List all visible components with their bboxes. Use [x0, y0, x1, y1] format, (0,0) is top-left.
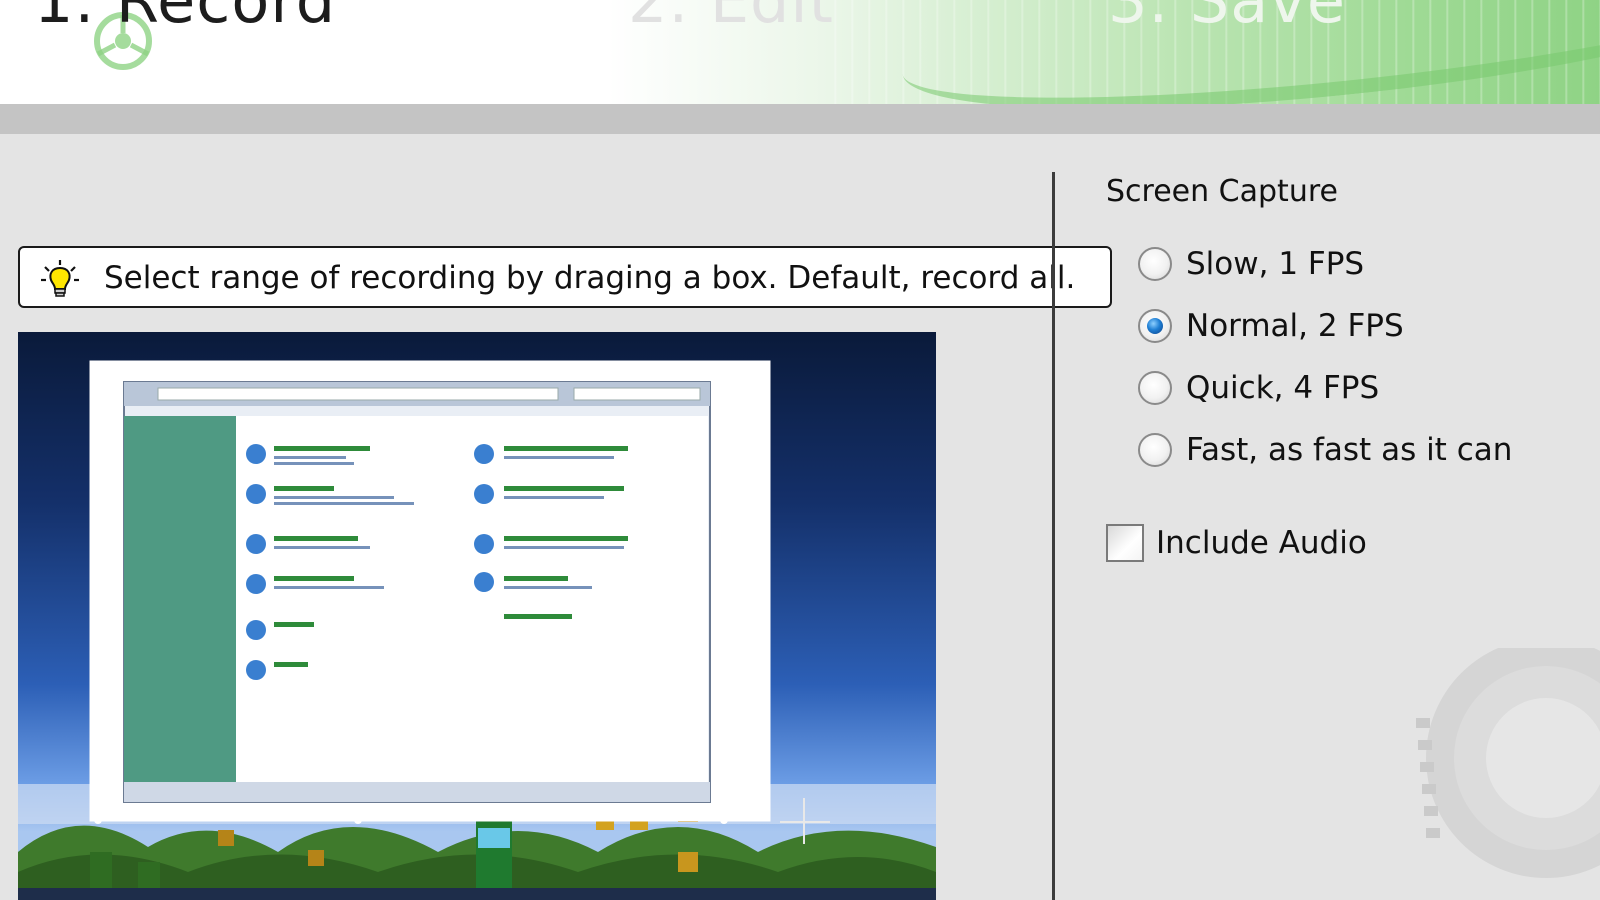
fps-option-normal[interactable]: Normal, 2 FPS	[1138, 306, 1404, 346]
screen-capture-title: Screen Capture	[1106, 174, 1338, 209]
step-header: 1. Record 2. Edit 3. Save	[0, 0, 1600, 104]
film-reel-icon	[1416, 648, 1600, 878]
radio-normal[interactable]	[1138, 309, 1172, 343]
radio-label-fast: Fast, as fast as it can	[1186, 432, 1513, 468]
radio-fast[interactable]	[1138, 433, 1172, 467]
include-audio-option[interactable]: Include Audio	[1106, 522, 1367, 564]
fps-option-slow[interactable]: Slow, 1 FPS	[1138, 244, 1364, 284]
desktop-preview[interactable]	[18, 332, 936, 900]
step-edit[interactable]: 2. Edit	[628, 0, 834, 36]
radio-label-normal: Normal, 2 FPS	[1186, 308, 1404, 344]
radio-quick[interactable]	[1138, 371, 1172, 405]
fps-option-fast[interactable]: Fast, as fast as it can	[1138, 430, 1512, 470]
radio-label-slow: Slow, 1 FPS	[1186, 246, 1365, 282]
step-save[interactable]: 3. Save	[1108, 0, 1346, 36]
step-record[interactable]: 1. Record	[34, 0, 336, 36]
include-audio-label: Include Audio	[1156, 525, 1367, 561]
radio-label-quick: Quick, 4 FPS	[1186, 370, 1380, 406]
fps-option-quick[interactable]: Quick, 4 FPS	[1138, 368, 1379, 408]
include-audio-checkbox[interactable]	[1106, 524, 1144, 562]
tip-text: Select range of recording by draging a b…	[104, 260, 1076, 296]
lightbulb-icon	[41, 260, 79, 297]
panel-divider	[1052, 172, 1055, 900]
header-divider	[0, 104, 1600, 134]
preview-image	[18, 360, 936, 900]
radio-slow[interactable]	[1138, 247, 1172, 281]
tip-banner: Select range of recording by draging a b…	[18, 246, 1112, 308]
